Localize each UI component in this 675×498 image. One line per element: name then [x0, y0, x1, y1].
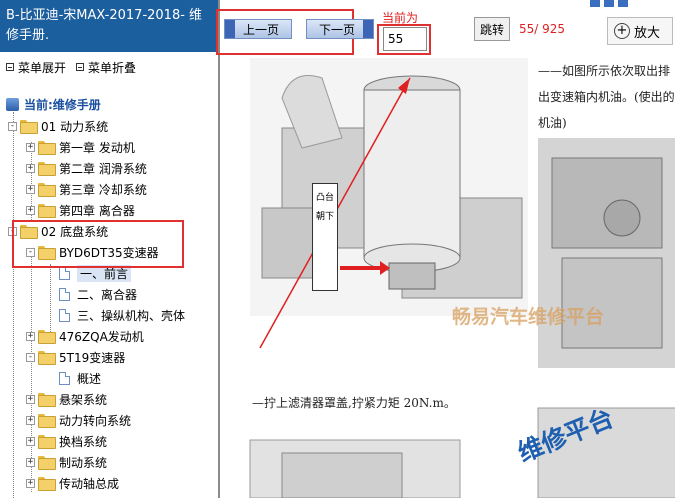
boss-down-label: 凸台朝下	[312, 183, 338, 291]
highlight-box	[12, 220, 184, 268]
tree-item-steering[interactable]: + 动力转向系统	[26, 410, 131, 430]
tree-item-driveshaft[interactable]: + 传动轴总成	[26, 473, 119, 493]
left-panel: B-比亚迪-宋MAX-2017-2018- 维修手册. 菜单展开 菜单折叠 当前…	[0, 0, 220, 498]
tree-item-brake[interactable]: + 制动系统	[26, 452, 107, 472]
folder-icon	[38, 162, 56, 176]
document-icon	[59, 371, 70, 385]
collapse-icon	[76, 63, 85, 71]
tree-item-operating-mechanism[interactable]: 三、操纵机构、壳体	[59, 305, 185, 325]
folder-icon	[38, 141, 56, 155]
book-icon	[6, 97, 19, 111]
instruction-text: ——如图所示依次取出排出变速箱内机油。(使出的机油)	[538, 64, 675, 130]
folder-icon	[38, 183, 56, 197]
window-controls	[590, 0, 628, 7]
tree-item-476zqa[interactable]: + 476ZQA发动机	[26, 326, 144, 346]
tree-item-01[interactable]: - 01 动力系统	[8, 116, 108, 136]
next-page-button[interactable]: 下一页	[306, 19, 374, 39]
folder-icon	[38, 351, 56, 365]
zoom-plus-icon: +	[614, 23, 630, 39]
tree-root[interactable]: 当前:维修手册	[6, 94, 101, 114]
folder-icon	[38, 393, 56, 407]
tree-item-shift[interactable]: + 换档系统	[26, 431, 107, 451]
folder-icon	[38, 414, 56, 428]
watermark-text: 畅易汽车维修平台	[452, 306, 605, 328]
page-count: 55/ 925	[519, 22, 566, 36]
plus-icon: +	[26, 162, 35, 173]
folder-icon	[38, 330, 56, 344]
page-highlight-box	[377, 24, 431, 55]
plus-icon: +	[26, 456, 35, 467]
right-arrow-icon	[363, 20, 373, 38]
minus-icon: -	[26, 351, 35, 362]
plus-icon: +	[26, 183, 35, 194]
plus-icon: +	[26, 393, 35, 404]
plus-icon: +	[26, 435, 35, 446]
tree-item-ch1[interactable]: + 第一章 发动机	[26, 137, 135, 157]
plus-icon: +	[26, 141, 35, 152]
prev-page-button[interactable]: 上一页	[224, 19, 292, 39]
plus-icon: +	[26, 414, 35, 425]
tree-item-ch4[interactable]: + 第四章 离合器	[26, 200, 135, 220]
manual-page: ——如图所示依次取出排出变速箱内机油。(使出的机油) 凸台朝下 —拧上滤清器罩盖…	[222, 58, 675, 498]
minus-icon: -	[8, 120, 17, 131]
tree-item-5t19[interactable]: - 5T19变速器	[26, 347, 125, 367]
jump-button[interactable]: 跳转	[474, 17, 510, 41]
document-icon	[59, 266, 70, 280]
manual-title: B-比亚迪-宋MAX-2017-2018- 维修手册.	[0, 0, 218, 52]
step-caption: —拧上滤清器罩盖,拧紧力矩 20N.m。	[252, 396, 456, 410]
document-icon	[59, 308, 70, 322]
tree-item-ch3[interactable]: + 第三章 冷却系统	[26, 179, 147, 199]
tree-item-clutch[interactable]: 二、离合器	[59, 284, 137, 304]
expand-menu-button[interactable]: 菜单展开	[6, 58, 66, 76]
menu-tools: 菜单展开 菜单折叠	[0, 52, 218, 82]
tree-item-overview[interactable]: 概述	[59, 368, 101, 388]
page-toolbar: 上一页 下一页 当前为 跳转 55/ 925 + 放大	[216, 0, 675, 58]
folder-icon	[20, 120, 38, 134]
tree-item-ch2[interactable]: + 第二章 润滑系统	[26, 158, 147, 178]
expand-icon	[6, 63, 14, 71]
folder-icon	[38, 456, 56, 470]
plus-icon: +	[26, 204, 35, 215]
document-icon	[59, 287, 70, 301]
folder-icon	[38, 477, 56, 491]
folder-icon	[38, 204, 56, 218]
plus-icon: +	[26, 477, 35, 488]
zoom-in-button[interactable]: + 放大	[607, 17, 673, 45]
left-arrow-icon	[225, 20, 235, 38]
collapse-menu-button[interactable]: 菜单折叠	[76, 58, 136, 76]
plus-icon: +	[26, 330, 35, 341]
tree-item-suspension[interactable]: + 悬架系统	[26, 389, 107, 409]
folder-icon	[38, 435, 56, 449]
